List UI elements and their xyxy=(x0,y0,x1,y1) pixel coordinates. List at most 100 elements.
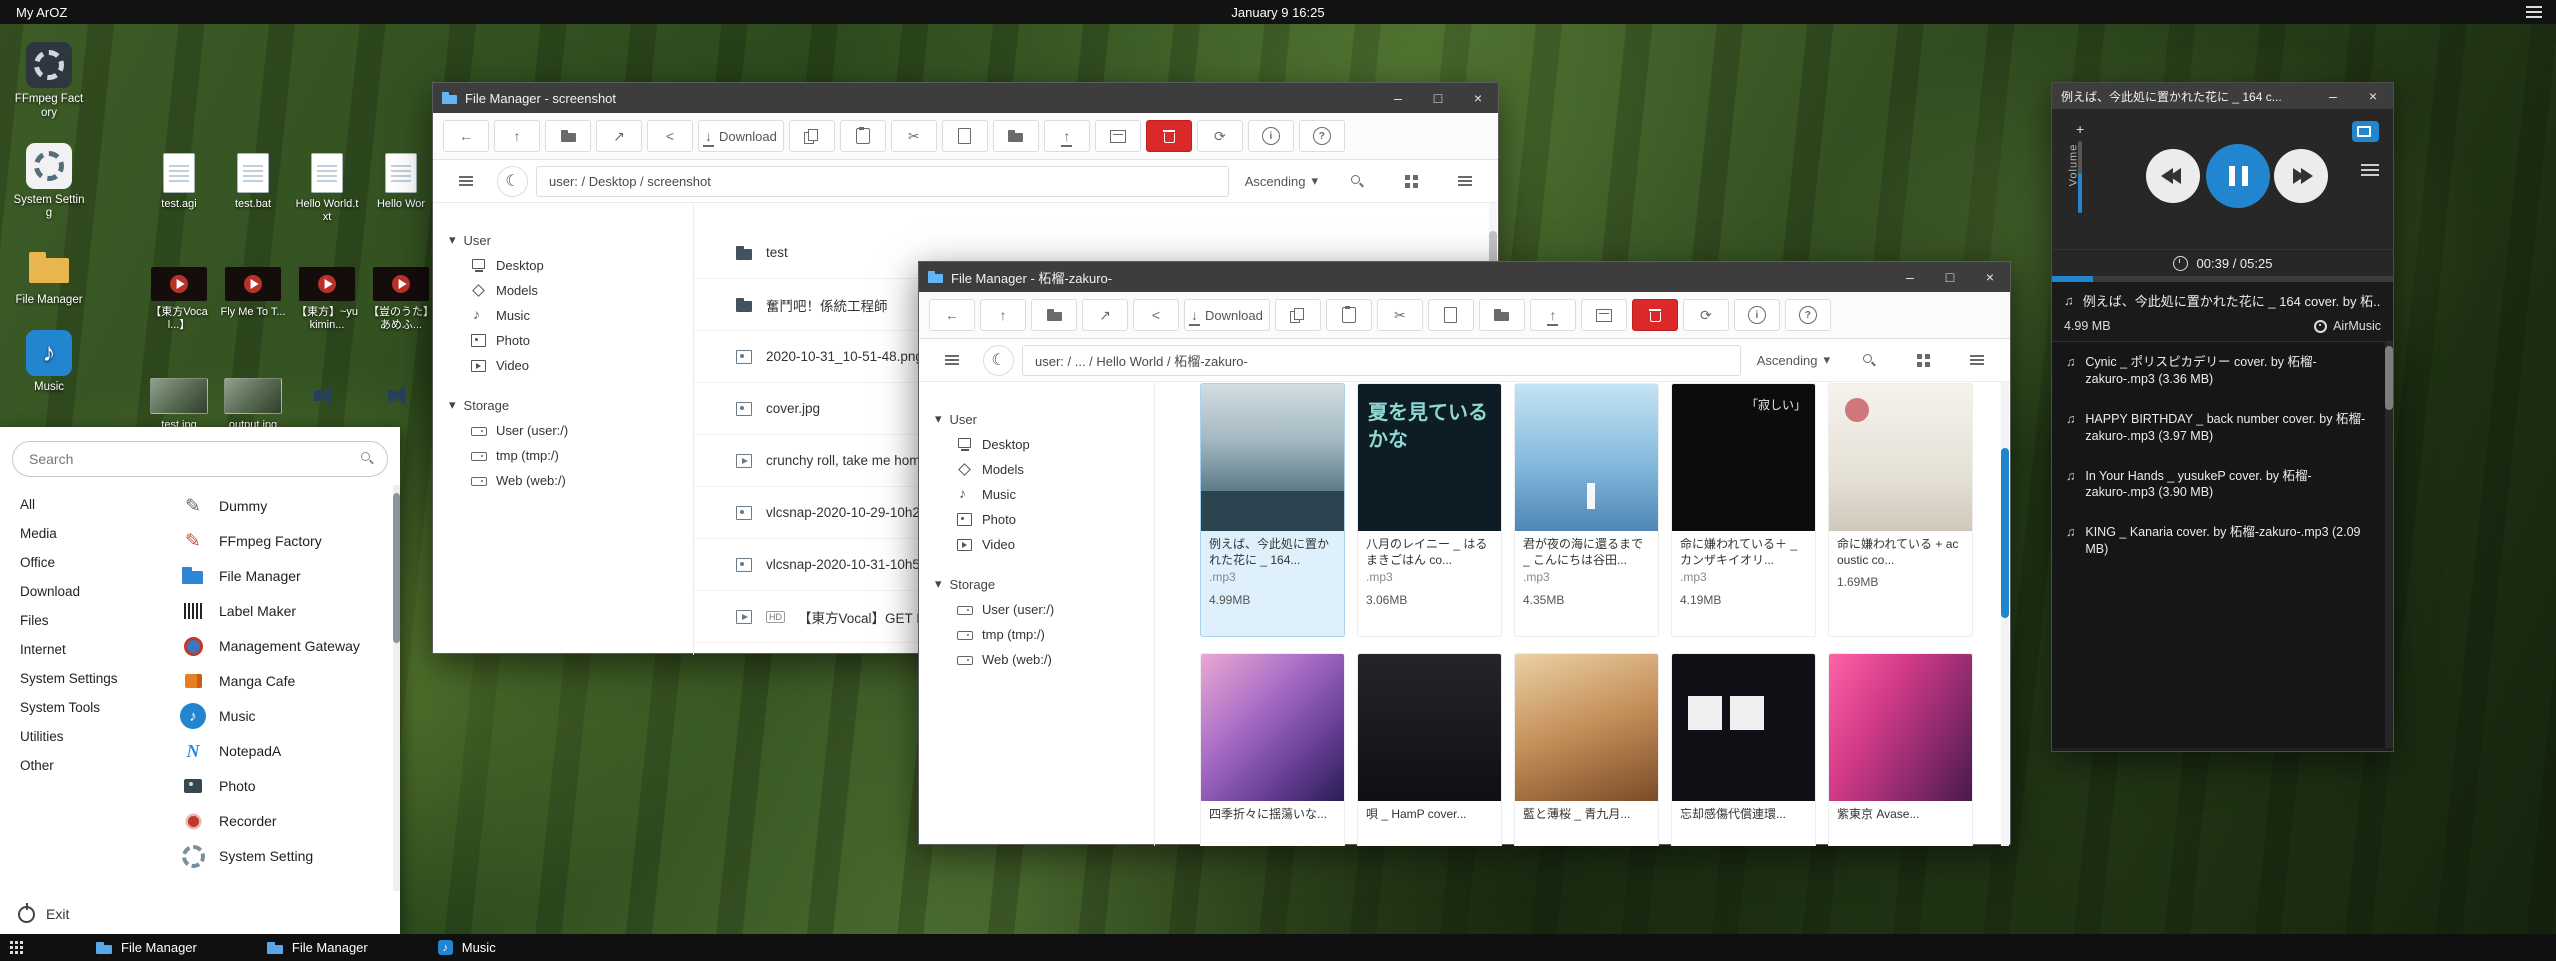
up-button[interactable]: ↑ xyxy=(494,120,540,152)
delete-button[interactable] xyxy=(1632,299,1678,331)
list-view-icon[interactable] xyxy=(1954,344,2000,376)
sidebar-item[interactable]: Music xyxy=(433,303,693,328)
archive-button[interactable] xyxy=(1095,120,1141,152)
list-toggle-icon[interactable] xyxy=(929,344,975,376)
share-button[interactable]: < xyxy=(1133,299,1179,331)
desktop-icon[interactable]: Fly Me To T... xyxy=(220,267,286,332)
new-folder-button[interactable] xyxy=(993,120,1039,152)
category-item[interactable]: Download xyxy=(20,584,168,599)
grid-view-icon[interactable] xyxy=(1388,165,1434,197)
upload-button[interactable]: ↑ xyxy=(1044,120,1090,152)
category-item[interactable]: Utilities xyxy=(20,729,168,744)
desktop-icon[interactable]: test.agi xyxy=(146,153,212,224)
file-card[interactable]: 命に嫌われている + acoustic co... 1.69MB xyxy=(1828,383,1973,637)
sidebar-item[interactable]: Models xyxy=(919,457,1154,482)
new-file-button[interactable] xyxy=(942,120,988,152)
category-item[interactable]: Files xyxy=(20,613,168,628)
close-button[interactable]: × xyxy=(1458,83,1498,113)
copy-button[interactable] xyxy=(789,120,835,152)
app-list-item[interactable]: Music xyxy=(180,703,384,729)
list-view-icon[interactable] xyxy=(1442,165,1488,197)
desktop-icon[interactable]: Hello World.txt xyxy=(294,153,360,224)
playlist-item[interactable]: ♫ HAPPY BIRTHDAY _ back number cover. by… xyxy=(2052,399,2393,456)
open-new-window-button[interactable]: ↗ xyxy=(596,120,642,152)
sort-dropdown[interactable]: Ascending▾ xyxy=(1749,352,1838,368)
desktop-icon[interactable]: FFmpeg Factory xyxy=(13,42,85,121)
desktop-icon[interactable] xyxy=(294,378,360,432)
playlist-item[interactable]: ♫ KING _ Kanaria cover. by 柘榴-zakuro-.mp… xyxy=(2052,512,2393,569)
cut-button[interactable]: ✂ xyxy=(891,120,937,152)
category-item[interactable]: Office xyxy=(20,555,168,570)
scrollbar[interactable] xyxy=(2001,382,2009,846)
category-item[interactable]: Other xyxy=(20,758,168,773)
help-button[interactable]: ? xyxy=(1299,120,1345,152)
copy-button[interactable] xyxy=(1275,299,1321,331)
previous-track-button[interactable] xyxy=(2146,149,2200,203)
properties-button[interactable]: i xyxy=(1734,299,1780,331)
desktop-icon[interactable]: File Manager xyxy=(13,243,85,308)
desktop-icon[interactable]: test.jpg xyxy=(146,378,212,432)
app-list-item[interactable]: Recorder xyxy=(180,808,384,834)
desktop-icon[interactable]: test.bat xyxy=(220,153,286,224)
download-button[interactable]: ↓Download xyxy=(698,120,784,152)
app-list-item[interactable]: System Setting xyxy=(180,843,384,869)
file-card[interactable]: 忘却感傷代償連環... xyxy=(1671,653,1816,846)
sidebar-item[interactable]: User (user:/) xyxy=(433,418,693,443)
cut-button[interactable]: ✂ xyxy=(1377,299,1423,331)
delete-button[interactable] xyxy=(1146,120,1192,152)
sidebar-item[interactable]: Video xyxy=(919,532,1154,557)
close-button[interactable]: × xyxy=(1970,262,2010,292)
back-button[interactable]: ← xyxy=(443,120,489,152)
sidebar-item[interactable]: Video xyxy=(433,353,693,378)
search-input[interactable] xyxy=(12,441,388,477)
app-launcher-icon[interactable] xyxy=(10,941,24,955)
back-button[interactable]: ← xyxy=(929,299,975,331)
sidebar-section-storage[interactable]: ▾Storage xyxy=(919,571,1154,597)
sidebar-item[interactable]: Photo xyxy=(433,328,693,353)
archive-button[interactable] xyxy=(1581,299,1627,331)
file-card[interactable]: 「寂しい」 命に嫌われている＋ _ カンザキイオリ... .mp3 4.19MB xyxy=(1671,383,1816,637)
refresh-button[interactable]: ⟳ xyxy=(1683,299,1729,331)
sidebar-item[interactable]: tmp (tmp:/) xyxy=(433,443,693,468)
playlist-item[interactable]: ♫ In Your Hands _ yusukeP cover. by 柘榴-z… xyxy=(2052,456,2393,513)
sidebar-item[interactable]: User (user:/) xyxy=(919,597,1154,622)
breadcrumb[interactable]: user: / Desktop / screenshot xyxy=(536,166,1229,197)
taskbar-item[interactable]: File Manager xyxy=(80,934,213,961)
seek-bar[interactable] xyxy=(2052,276,2393,282)
desktop-icon[interactable]: Hello Wor xyxy=(368,153,434,224)
category-item[interactable]: System Settings xyxy=(20,671,168,686)
title-bar[interactable]: File Manager - 柘榴-zakuro- – □ × xyxy=(919,262,2010,292)
app-list-item[interactable]: Photo xyxy=(180,773,384,799)
app-list-item[interactable]: Manga Cafe xyxy=(180,668,384,694)
app-list-item[interactable]: Dummy xyxy=(180,493,384,519)
list-toggle-icon[interactable] xyxy=(443,165,489,197)
desktop-icon[interactable]: 【東方】~yu kimin... xyxy=(294,267,360,332)
new-file-button[interactable] xyxy=(1428,299,1474,331)
sidebar-item[interactable]: Desktop xyxy=(433,253,693,278)
category-item[interactable]: System Tools xyxy=(20,700,168,715)
cast-icon[interactable] xyxy=(2352,121,2379,142)
volume-slider[interactable]: + Volume xyxy=(2076,121,2084,213)
app-list-item[interactable]: File Manager xyxy=(180,563,384,589)
taskbar-item[interactable]: Music xyxy=(422,934,512,961)
properties-button[interactable]: i xyxy=(1248,120,1294,152)
minimize-button[interactable]: – xyxy=(1378,83,1418,113)
volume-plus[interactable]: + xyxy=(2076,121,2084,137)
sidebar-item[interactable]: Web (web:/) xyxy=(919,647,1154,672)
sidebar-section-storage[interactable]: ▾Storage xyxy=(433,392,693,418)
pause-button[interactable] xyxy=(2206,144,2270,208)
sidebar-item[interactable]: Web (web:/) xyxy=(433,468,693,493)
search-icon[interactable] xyxy=(1334,165,1380,197)
scrollbar[interactable] xyxy=(393,485,400,891)
scrollbar[interactable] xyxy=(2385,342,2393,748)
category-item[interactable]: Media xyxy=(20,526,168,541)
sidebar-section-user[interactable]: ▾User xyxy=(919,406,1154,432)
title-bar[interactable]: File Manager - screenshot – □ × xyxy=(433,83,1498,113)
sort-dropdown[interactable]: Ascending▾ xyxy=(1237,173,1326,189)
category-item[interactable]: All xyxy=(20,497,168,512)
title-bar[interactable]: 例えば、今此処に置かれた花に _ 164 c... – × xyxy=(2052,83,2393,109)
up-button[interactable]: ↑ xyxy=(980,299,1026,331)
refresh-button[interactable]: ⟳ xyxy=(1197,120,1243,152)
sidebar-item[interactable]: tmp (tmp:/) xyxy=(919,622,1154,647)
dark-mode-moon-icon[interactable]: ☾ xyxy=(497,166,528,197)
